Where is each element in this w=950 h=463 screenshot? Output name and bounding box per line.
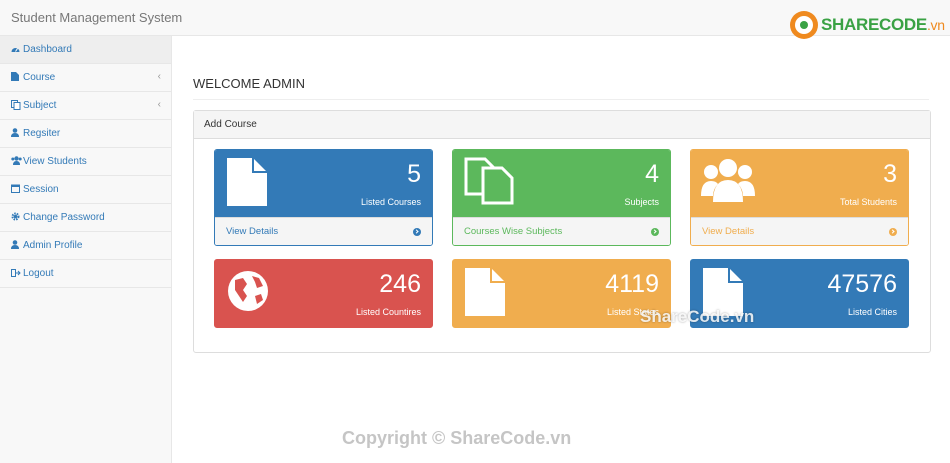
view-details-link[interactable]: View Details [215,217,432,245]
brand-title[interactable]: Student Management System [11,10,182,25]
logo-domain: .vn [926,17,945,33]
sidebar-item-label: Logout [23,268,54,279]
courses-wise-subjects-link[interactable]: Courses Wise Subjects [453,217,670,245]
sidebar-item-label: Subject [23,100,57,111]
main-content: WELCOME ADMIN Add Course 5 Listed Course… [172,36,950,463]
sidebar-item-label: Course [23,72,56,83]
sidebar-item-session[interactable]: Session [0,176,171,204]
panel-heading: Add Course [194,111,930,139]
sidebar-item-admin-profile[interactable]: Admin Profile [0,232,171,260]
tile-footer-text: Courses Wise Subjects [464,226,563,237]
files-icon [463,156,515,209]
sidebar-item-register[interactable]: Regsiter [0,120,171,148]
sidebar-item-view-students[interactable]: View Students [0,148,171,176]
tile-value: 3 [883,160,897,188]
tile-value: 5 [407,160,421,188]
sidebar-item-label: View Students [23,156,87,167]
page-title: WELCOME ADMIN [193,76,929,100]
tile-label: Subjects [624,197,659,207]
sidebar-item-subject[interactable]: Subject ‹ [0,92,171,120]
chevron-left-icon: ‹ [157,71,161,82]
arrow-circle-right-icon [889,227,897,236]
listed-countries-tile: 246 Listed Countires [214,259,433,328]
user-icon [11,240,23,251]
tile-footer-text: View Details [702,226,755,237]
tile-label: Listed Courses [360,197,421,207]
view-details-link[interactable]: View Details [691,217,908,245]
sidebar-item-label: Regsiter [23,128,61,139]
tile-value: 246 [379,270,421,298]
logo-name: SHARECODE [821,15,927,34]
sidebar-item-label: Session [23,184,59,195]
sidebar-item-logout[interactable]: Logout [0,260,171,288]
users-icon [11,156,23,167]
arrow-circle-right-icon [651,227,659,236]
subjects-tile: 4 Subjects Courses Wise Subjects [452,149,671,246]
watermark-overlay: ShareCode.vn [640,307,755,326]
tile-label: Total Students [839,197,897,207]
file-icon [11,72,23,83]
watermark-copyright: Copyright © ShareCode.vn [342,428,572,448]
tile-footer-text: View Details [226,226,279,237]
tile-label: Listed Countires [355,307,421,317]
sidebar-item-label: Dashboard [23,44,72,55]
sidebar: Dashboard Course ‹ Subject ‹ Regsiter Vi… [0,36,172,463]
tile-value: 4 [645,160,659,188]
user-icon [11,128,23,139]
logo-icon [790,11,818,39]
total-students-tile: 3 Total Students View Details [690,149,909,246]
calendar-icon [11,184,23,195]
file-icon [225,156,269,211]
sidebar-item-course[interactable]: Course ‹ [0,64,171,92]
add-course-panel: Add Course 5 Listed Courses View Details [193,110,931,353]
chevron-left-icon: ‹ [157,99,161,110]
arrow-circle-right-icon [413,227,421,236]
tile-label: Listed Cities [847,307,897,317]
listed-states-tile: 4119 Listed States [452,259,671,328]
sidebar-item-label: Admin Profile [23,240,83,251]
sidebar-item-label: Change Password [23,212,105,223]
users-icon [701,156,755,207]
gear-icon [11,212,23,223]
tile-value: 4119 [605,270,659,298]
globe-icon [225,266,271,315]
sidebar-item-change-password[interactable]: Change Password [0,204,171,232]
file-icon [463,266,507,321]
listed-courses-tile: 5 Listed Courses View Details [214,149,433,246]
files-icon [11,99,23,112]
tile-value: 47576 [827,270,897,298]
dashboard-icon [11,45,23,55]
sign-out-icon [11,268,23,279]
sidebar-item-dashboard[interactable]: Dashboard [0,36,171,64]
top-navbar: Student Management System SHARECODE.vn [0,0,950,39]
